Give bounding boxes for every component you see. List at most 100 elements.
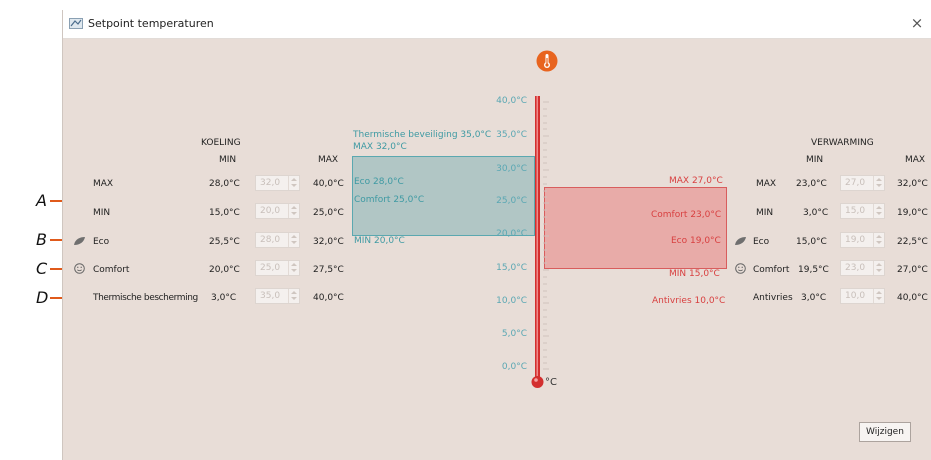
heating-antifreeze-stepper-value: 10,0	[845, 291, 866, 301]
cooling-min-stepper[interactable]: 20,0	[255, 203, 300, 219]
callout-label-c: C	[36, 259, 48, 278]
stepper-arrows-icon[interactable]	[873, 233, 884, 247]
scale-tick-40: 40,0°C	[496, 96, 527, 106]
scale-tick-35: 35,0°C	[496, 130, 527, 140]
cooling-protection-min-value: 3,0°C	[211, 293, 237, 303]
heating-min-min-value: 3,0°C	[803, 208, 829, 218]
heating-max-label: MAX	[756, 179, 777, 189]
thermometer-scale-icon	[531, 96, 549, 388]
close-button[interactable]: ×	[908, 13, 926, 33]
cooling-max-min-value: 28,0°C	[209, 179, 240, 189]
cooling-comfort-marker: Comfort 25,0°C	[354, 195, 425, 205]
callout-label-b: B	[36, 230, 47, 249]
cooling-comfort-max-value: 27,5°C	[313, 265, 344, 275]
heating-eco-min-value: 15,0°C	[796, 237, 827, 247]
heating-col-max: MAX	[905, 155, 926, 165]
heating-comfort-stepper-value: 23,0	[845, 263, 866, 273]
heating-max-max-value: 32,0°C	[897, 179, 928, 189]
change-button[interactable]: Wijzigen	[859, 422, 911, 442]
heating-antifreeze-max-value: 40,0°C	[897, 293, 928, 303]
cooling-title: KOELING	[201, 138, 241, 148]
smiley-icon	[74, 263, 85, 274]
title-bar: Setpoint temperaturen ×	[63, 10, 931, 39]
heating-max-marker: MAX 27,0°C	[669, 176, 723, 186]
heating-col-min: MIN	[806, 155, 824, 165]
heating-comfort-marker: Comfort 23,0°C	[651, 210, 722, 220]
cooling-eco-max-value: 32,0°C	[313, 237, 344, 247]
heating-eco-label: Eco	[753, 237, 770, 247]
heating-eco-stepper-value: 19,0	[845, 235, 866, 245]
cooling-comfort-label: Comfort	[93, 265, 130, 275]
leaf-icon	[735, 237, 746, 245]
cooling-eco-stepper[interactable]: 28,0	[255, 232, 300, 248]
cooling-max-marker: MAX 32,0°C	[353, 142, 407, 152]
cooling-min-marker: MIN 20,0°C	[354, 236, 405, 246]
heating-comfort-min-value: 19,5°C	[798, 265, 829, 275]
cooling-max-stepper[interactable]: 32,0	[255, 175, 300, 191]
window-title: Setpoint temperaturen	[88, 17, 214, 30]
smiley-icon	[735, 263, 746, 274]
stepper-arrows-icon[interactable]	[288, 176, 299, 190]
heating-min-marker: MIN 15,0°C	[669, 269, 720, 279]
thermometer-badge-icon	[536, 50, 558, 72]
setpoint-window: Setpoint temperaturen × KOELING MIN MAX …	[62, 10, 931, 460]
heating-comfort-stepper[interactable]: 23,0	[840, 260, 885, 276]
heating-max-min-value: 23,0°C	[796, 179, 827, 189]
heating-min-max-value: 19,0°C	[897, 208, 928, 218]
cooling-max-stepper-value: 32,0	[260, 178, 281, 188]
heating-antifreeze-label: Antivries	[753, 293, 793, 303]
callout-label-a: A	[36, 191, 47, 210]
heating-comfort-max-value: 27,0°C	[897, 265, 928, 275]
heating-min-stepper[interactable]: 15,0	[840, 203, 885, 219]
cooling-col-max: MAX	[318, 155, 339, 165]
heating-title: VERWARMING	[811, 138, 874, 148]
heating-max-stepper-value: 27,0	[845, 178, 866, 188]
stepper-arrows-icon[interactable]	[873, 176, 884, 190]
cooling-col-min: MIN	[219, 155, 237, 165]
cooling-min-min-value: 15,0°C	[209, 208, 240, 218]
cooling-eco-stepper-value: 28,0	[260, 235, 281, 245]
cooling-comfort-min-value: 20,0°C	[209, 265, 240, 275]
heating-min-stepper-value: 15,0	[845, 206, 866, 216]
cooling-protection-marker: Thermische beveiliging 35,0°C	[353, 130, 492, 140]
stepper-arrows-icon[interactable]	[288, 204, 299, 218]
heating-antifreeze-stepper[interactable]: 10,0	[840, 288, 885, 304]
cooling-min-max-value: 25,0°C	[313, 208, 344, 218]
scale-tick-0: 0,0°C	[501, 362, 527, 372]
stepper-arrows-icon[interactable]	[873, 261, 884, 275]
heating-comfort-label: Comfort	[753, 265, 790, 275]
cooling-protection-max-value: 40,0°C	[313, 293, 344, 303]
scale-tick-25: 25,0°C	[496, 196, 527, 206]
cooling-min-label: MIN	[93, 208, 111, 218]
heating-min-label: MIN	[756, 208, 774, 218]
cooling-eco-min-value: 25,5°C	[209, 237, 240, 247]
app-icon	[69, 18, 83, 29]
heating-eco-max-value: 22,5°C	[897, 237, 928, 247]
thermometer-unit: °C	[545, 377, 557, 388]
scale-tick-20: 20,0°C	[496, 229, 527, 239]
stepper-arrows-icon[interactable]	[288, 261, 299, 275]
scale-tick-15: 15,0°C	[496, 263, 527, 273]
callout-label-d: D	[36, 288, 49, 307]
leaf-icon	[74, 237, 85, 245]
heating-eco-stepper[interactable]: 19,0	[840, 232, 885, 248]
cooling-protection-stepper[interactable]: 35,0	[255, 288, 300, 304]
cooling-eco-marker: Eco 28,0°C	[354, 177, 404, 187]
heating-max-stepper[interactable]: 27,0	[840, 175, 885, 191]
cooling-eco-label: Eco	[93, 237, 110, 247]
stepper-arrows-icon[interactable]	[873, 289, 884, 303]
heating-antifreeze-marker: Antivries 10,0°C	[652, 296, 726, 306]
stepper-arrows-icon[interactable]	[288, 289, 299, 303]
stepper-arrows-icon[interactable]	[873, 204, 884, 218]
cooling-comfort-stepper-value: 25,0	[260, 263, 281, 273]
heating-zone	[544, 187, 727, 269]
cooling-protection-stepper-value: 35,0	[260, 291, 281, 301]
scale-tick-10: 10,0°C	[496, 296, 527, 306]
cooling-min-stepper-value: 20,0	[260, 206, 281, 216]
cooling-max-max-value: 40,0°C	[313, 179, 344, 189]
cooling-comfort-stepper[interactable]: 25,0	[255, 260, 300, 276]
heating-eco-marker: Eco 19,0°C	[671, 236, 721, 246]
scale-tick-5: 5,0°C	[501, 329, 527, 339]
stepper-arrows-icon[interactable]	[288, 233, 299, 247]
cooling-max-label: MAX	[93, 179, 114, 189]
